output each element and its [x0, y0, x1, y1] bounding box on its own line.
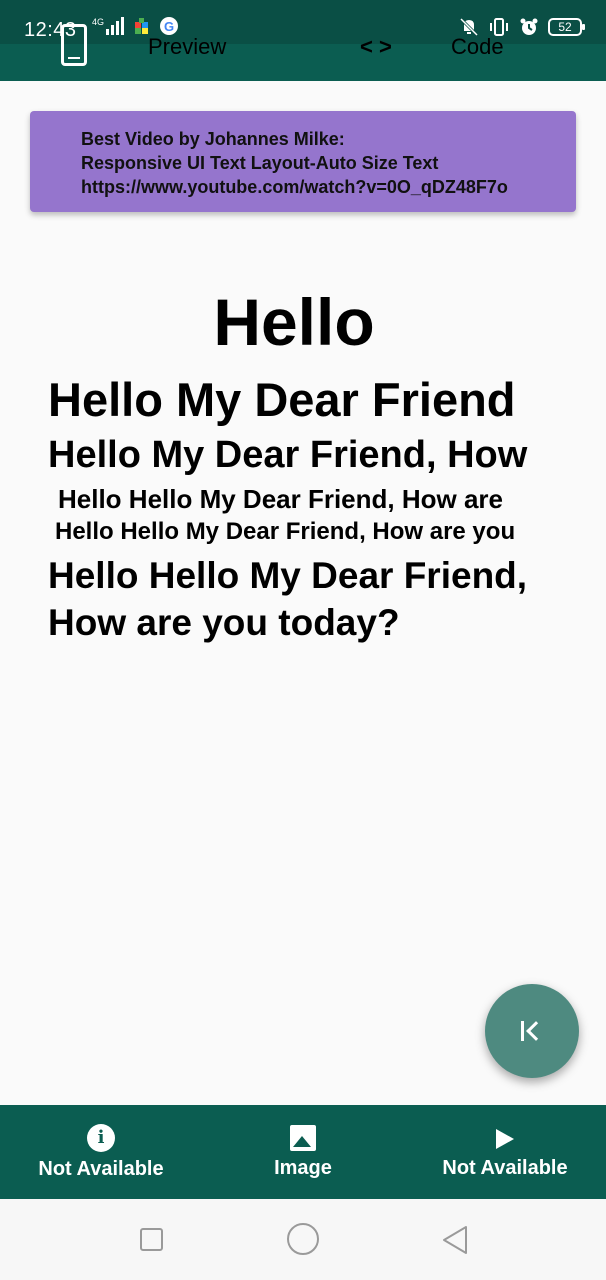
puzzle-icon: [135, 18, 149, 34]
auto-size-text-3: Hello My Dear Friend, How: [48, 434, 528, 476]
info-card: Best Video by Johannes Milke: Responsive…: [30, 111, 576, 212]
app-bar: [0, 44, 606, 81]
nav-item-play[interactable]: Not Available: [404, 1105, 606, 1199]
auto-size-text-2: Hello My Dear Friend: [48, 373, 516, 426]
info-icon: i: [87, 1123, 115, 1152]
first-page-icon: [519, 1018, 546, 1044]
status-bar: 12:43 4G G 52: [0, 0, 606, 44]
first-page-button[interactable]: [485, 984, 579, 1078]
status-left-icons: 4G G: [92, 17, 179, 35]
code-tab[interactable]: Code: [451, 34, 504, 60]
battery-level: 52: [558, 20, 572, 34]
nav-item-label: Not Available: [38, 1157, 164, 1180]
nav-item-label: Not Available: [442, 1156, 568, 1179]
bottom-navigation: i Not Available Image Not Available: [0, 1105, 606, 1199]
signal-icon: 4G: [92, 17, 125, 35]
system-navigation-bar: [0, 1199, 606, 1280]
preview-tab[interactable]: Preview: [148, 34, 226, 60]
info-card-link[interactable]: https://www.youtube.com/watch?v=0O_qDZ48…: [81, 175, 576, 199]
phone-icon[interactable]: [61, 24, 87, 66]
alarm-icon: [520, 18, 538, 35]
battery-icon: 52: [548, 18, 585, 36]
auto-size-text-4: Hello Hello My Dear Friend, How are: [58, 484, 503, 514]
code-icon[interactable]: < >: [360, 34, 392, 60]
auto-size-text-5: Hello Hello My Dear Friend, How are you: [55, 518, 516, 545]
nav-item-label: Image: [274, 1156, 332, 1179]
play-icon: [496, 1128, 514, 1149]
home-button[interactable]: [287, 1223, 319, 1255]
image-icon: [290, 1124, 316, 1151]
info-card-title: Best Video by Johannes Milke:: [81, 129, 345, 149]
info-card-subtitle: Responsive UI Text Layout-Auto Size Text: [81, 153, 439, 173]
nav-item-image[interactable]: Image: [202, 1105, 404, 1199]
screen: 12:43 4G G 52 Preview < > Code Best Vide…: [0, 0, 606, 1280]
network-type-label: 4G: [92, 17, 105, 27]
back-button[interactable]: [441, 1225, 469, 1255]
svg-text:G: G: [164, 19, 174, 34]
nav-item-info[interactable]: i Not Available: [0, 1105, 202, 1199]
auto-size-text-1: Hello: [213, 285, 375, 359]
recents-button[interactable]: [140, 1228, 163, 1251]
google-icon: G: [160, 17, 179, 35]
auto-size-text-6: Hello Hello My Dear Friend, How are you …: [48, 555, 528, 643]
